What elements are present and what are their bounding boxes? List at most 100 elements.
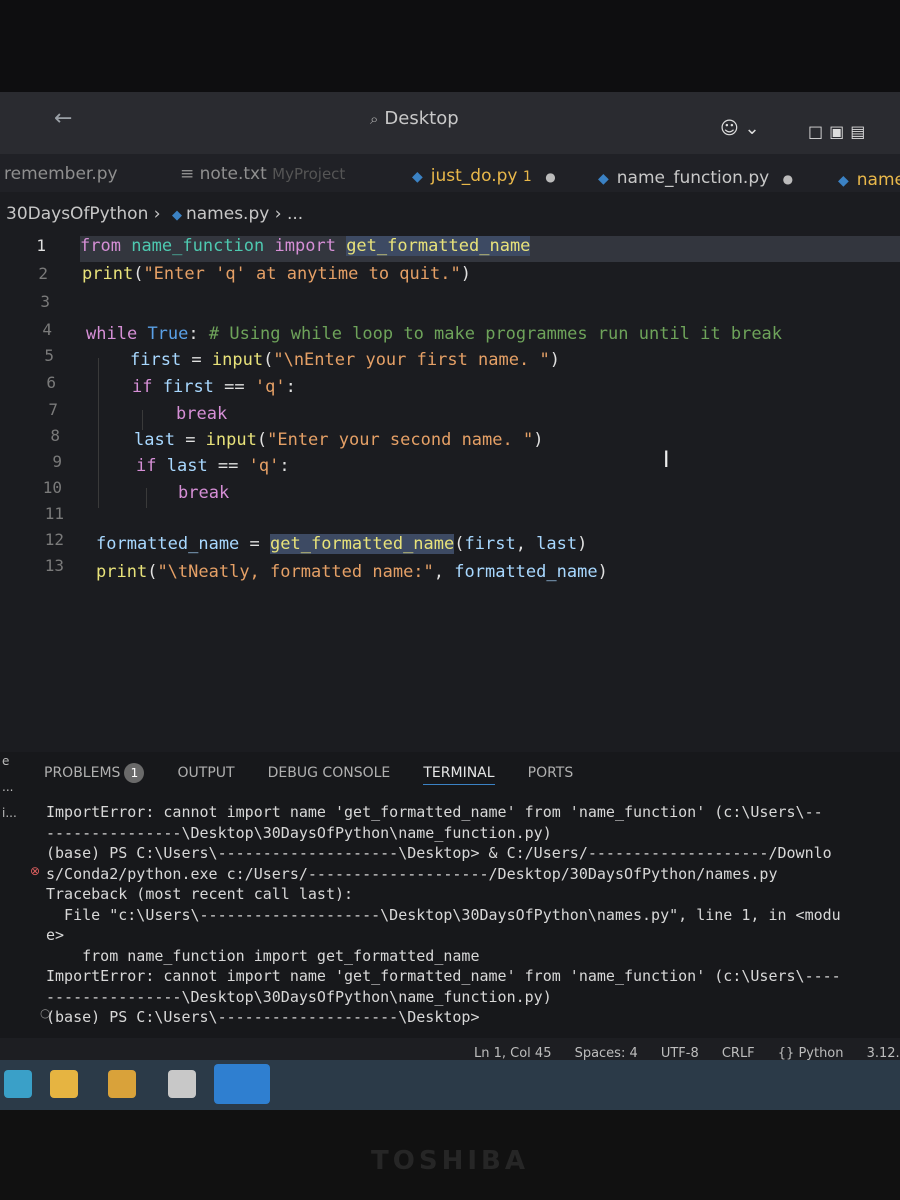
line-number: 5 [44, 346, 54, 365]
line-number: 6 [46, 373, 56, 392]
tab-problem-count: 1 [522, 169, 532, 185]
python-file-icon: ◆ [838, 173, 849, 189]
status-encoding[interactable]: UTF-8 [661, 1046, 699, 1061]
token-punct: : [279, 456, 290, 476]
status-cursor-position[interactable]: Ln 1, Col 45 [474, 1046, 551, 1061]
terminal-output[interactable]: ImportError: cannot import name 'get_for… [46, 802, 900, 1028]
token-punct: ) [577, 534, 588, 554]
search-text: Desktop [384, 108, 459, 129]
status-eol[interactable]: CRLF [722, 1046, 755, 1061]
text-file-icon: ≡ [180, 164, 200, 184]
mail-icon[interactable] [168, 1070, 196, 1098]
code-editor[interactable]: 1 2 3 4 5 6 7 8 9 10 11 12 13 from name_… [0, 228, 900, 748]
status-indentation[interactable]: Spaces: 4 [575, 1046, 638, 1061]
line-number: 10 [42, 478, 62, 497]
tab-names[interactable]: ◆ name [838, 170, 900, 190]
token-string: "\tNeatly, formatted name:" [157, 562, 434, 582]
status-python-interpreter[interactable]: 3.12.7 (b [867, 1046, 900, 1061]
status-bar: Ln 1, Col 45 Spaces: 4 UTF-8 CRLF {} Pyt… [0, 1038, 900, 1061]
tab-debug-console[interactable]: DEBUG CONSOLE [268, 765, 391, 781]
token-punct: : [188, 324, 209, 344]
tab-remember[interactable]: remember.py [4, 164, 118, 184]
token-variable: last [166, 456, 208, 476]
windows-taskbar [0, 1060, 900, 1110]
side-label: e [2, 754, 10, 768]
terminal-line: s/Conda2/python.exe c:/Users/-----------… [46, 864, 778, 883]
terminal-line: ---------------\Desktop\30DaysOfPython\n… [46, 987, 552, 1006]
tab-note[interactable]: ≡ note.txt MyProject [180, 164, 345, 184]
tab-terminal[interactable]: TERMINAL [423, 765, 495, 785]
code-line: if last == 'q': [136, 456, 290, 482]
token-module: name_function [131, 236, 265, 256]
tab-output[interactable]: OUTPUT [178, 765, 235, 781]
line-number: 12 [44, 530, 64, 549]
copilot-icon[interactable]: ☺ ⌄ [720, 118, 760, 139]
token-string: 'q' [248, 456, 280, 476]
status-language-mode[interactable]: {} Python [778, 1046, 844, 1061]
file-explorer-icon[interactable] [50, 1070, 78, 1098]
tab-problems[interactable]: PROBLEMS 1 [44, 763, 145, 783]
chevron-right-icon: › [153, 204, 161, 224]
code-line: while True: # Using while loop to make p… [86, 324, 782, 350]
token-variable: formatted_name [96, 534, 240, 554]
activity-bar-overflow[interactable]: e ... i... [2, 748, 17, 826]
token-keyword: import [274, 236, 336, 256]
tab-just-do[interactable]: ◆ just_do.py 1 ● [412, 166, 556, 186]
code-line: first = input("\nEnter your first name. … [130, 350, 560, 376]
token-function: input [205, 430, 257, 450]
line-number: 9 [52, 452, 62, 471]
vscode-icon[interactable] [214, 1064, 270, 1104]
token-operator: = [181, 350, 212, 370]
code-line: if first == 'q': [132, 377, 296, 403]
breadcrumb-folder[interactable]: 30DaysOfPython [6, 204, 148, 224]
python-file-icon: ◆ [412, 169, 423, 185]
line-number: 7 [48, 400, 58, 419]
token-punct: , [515, 534, 537, 554]
terminal-line: File "c:\Users\--------------------\Desk… [46, 905, 841, 924]
tab-label: just_do.py [430, 166, 518, 186]
line-number: 8 [50, 426, 60, 445]
store-icon[interactable] [108, 1070, 136, 1098]
token-punct: ) [460, 264, 471, 284]
indent-guide [98, 358, 99, 508]
tab-ports[interactable]: PORTS [528, 765, 574, 781]
token-keyword: break [178, 483, 230, 503]
line-number: 1 [36, 236, 46, 255]
tab-name-function[interactable]: ◆ name_function.py ● [598, 168, 793, 188]
mouse-cursor-icon: I [663, 448, 670, 473]
breadcrumb-symbols[interactable]: ... [287, 204, 303, 224]
token-variable: first [162, 377, 214, 397]
back-arrow-icon[interactable]: ← [54, 106, 72, 131]
layout-toggle-icons[interactable]: □▣▤ [808, 122, 871, 141]
token-punct: ) [597, 562, 608, 582]
token-constant: True [147, 324, 189, 344]
command-center-search[interactable]: ⌕ Desktop [370, 108, 459, 129]
code-line: last = input("Enter your second name. ") [134, 430, 543, 456]
editor-tabs: remember.py ≡ note.txt MyProject ◆ just_d… [0, 154, 900, 192]
token-variable: first [130, 350, 182, 370]
terminal-prompt[interactable]: (base) PS C:\Users\--------------------\… [46, 1007, 900, 1028]
token-string: "\nEnter your first name. " [273, 350, 550, 370]
start-icon[interactable] [4, 1070, 32, 1098]
token-variable: last [134, 430, 175, 450]
token-comment: # Using while loop to make programmes ru… [208, 324, 783, 344]
token-punct: ( [454, 534, 465, 554]
side-label: i... [2, 806, 17, 820]
token-function: print [96, 562, 148, 582]
token-string: 'q' [254, 377, 286, 397]
breadcrumb-file[interactable]: names.py [186, 204, 269, 224]
problems-count-badge: 1 [124, 763, 145, 783]
title-bar: ← ⌕ Desktop ☺ ⌄ □▣▤ [0, 92, 900, 154]
token-punct: ( [147, 562, 158, 582]
token-function: get_formatted_name [346, 236, 531, 256]
token-punct: ( [263, 350, 274, 370]
tab-description: MyProject [272, 165, 346, 183]
code-line: print("\tNeatly, formatted name:", forma… [96, 562, 608, 588]
breadcrumb: 30DaysOfPython › ◆ names.py › ... [6, 204, 303, 224]
unsaved-dot-icon: ● [545, 170, 556, 184]
token-operator: = [239, 534, 271, 554]
